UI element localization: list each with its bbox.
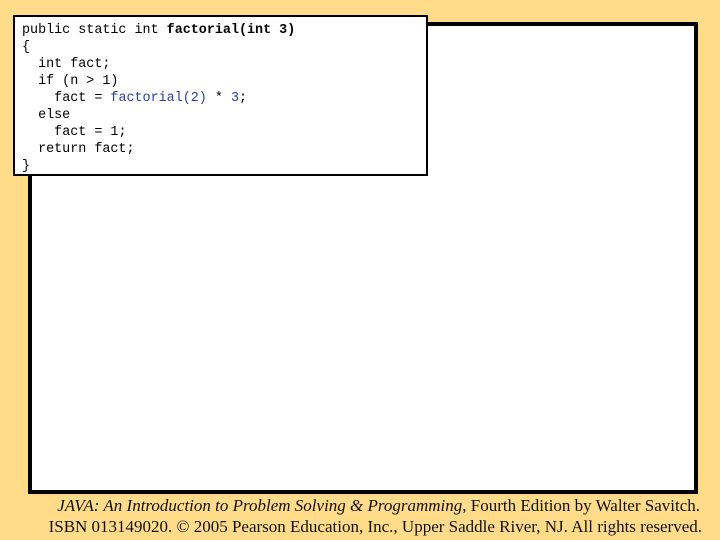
code-line: fact = 1;: [22, 124, 295, 141]
code-token: factorial(2): [110, 91, 207, 106]
code-token: ;: [239, 91, 248, 106]
edition-author: , Fourth Edition by Walter Savitch.: [462, 496, 700, 515]
code-token: }: [22, 159, 31, 174]
code-token: else: [38, 108, 71, 123]
code-line: if (n > 1): [22, 73, 295, 90]
code-token: 3: [230, 91, 239, 106]
code-line: fact = factorial(2) * 3;: [22, 90, 295, 107]
code-line: int fact;: [22, 56, 295, 73]
code-line: {: [22, 39, 295, 56]
code-token: fact = 1;: [54, 125, 127, 140]
code-line: }: [22, 158, 295, 175]
book-title: JAVA: An Introduction to Problem Solving…: [57, 496, 463, 515]
code-box: public static int factorial(int 3){ int …: [13, 15, 428, 176]
code-token: return fact;: [38, 142, 135, 157]
code-token: int fact;: [38, 57, 111, 72]
code-token: factorial(int 3): [166, 23, 296, 38]
code-listing: public static int factorial(int 3){ int …: [22, 22, 295, 175]
code-line: else: [22, 107, 295, 124]
copyright-text: ISBN 013149020. © 2005 Pearson Education…: [48, 517, 702, 536]
code-line: public static int factorial(int 3): [22, 22, 295, 39]
code-token: fact =: [54, 91, 111, 106]
code-token: *: [206, 91, 231, 106]
code-token: if (n > 1): [38, 74, 119, 89]
code-token: public static int: [22, 23, 167, 38]
code-token: {: [22, 40, 31, 55]
code-line: return fact;: [22, 141, 295, 158]
